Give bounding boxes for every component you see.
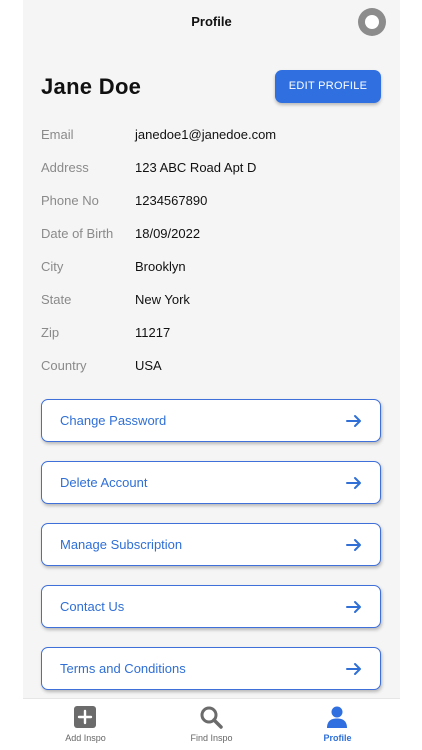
page-title: Profile	[191, 14, 232, 29]
info-row-dob: Date of Birth 18/09/2022	[41, 226, 381, 246]
menu-label: Change Password	[60, 413, 167, 428]
info-row-phone: Phone No 1234567890	[41, 193, 381, 213]
info-value: New York	[135, 292, 190, 307]
arrow-right-icon	[346, 663, 361, 675]
info-row-city: City Brooklyn	[41, 259, 381, 279]
info-label: City	[41, 259, 64, 274]
info-value: 123 ABC Road Apt D	[135, 160, 257, 175]
info-value: janedoe1@janedoe.com	[135, 127, 277, 142]
info-value: 11217	[135, 325, 171, 340]
arrow-right-icon	[346, 601, 361, 613]
arrow-right-icon	[346, 539, 361, 551]
manage-subscription-button[interactable]: Manage Subscription	[41, 523, 381, 566]
profile-screen: Profile Jane Doe EDIT PROFILE Email jane…	[23, 0, 400, 750]
tab-profile[interactable]: Profile	[275, 699, 400, 750]
top-header: Profile	[23, 0, 400, 44]
info-value: 1234567890	[135, 193, 208, 208]
contact-us-button[interactable]: Contact Us	[41, 585, 381, 628]
plus-square-icon	[74, 706, 96, 728]
user-icon	[327, 706, 347, 728]
info-row-email: Email janedoe1@janedoe.com	[41, 127, 381, 147]
menu-label: Delete Account	[60, 475, 148, 490]
info-value: 18/09/2022	[135, 226, 201, 241]
info-label: Zip	[41, 325, 60, 340]
arrow-right-icon	[346, 477, 361, 489]
tab-label: Profile	[323, 733, 352, 743]
menu-label: Manage Subscription	[60, 537, 183, 552]
circle-icon	[365, 15, 379, 29]
toggle-circle-button[interactable]	[358, 8, 386, 36]
tab-find-inspo[interactable]: Find Inspo	[149, 699, 274, 750]
menu-label: Contact Us	[60, 599, 125, 614]
info-row-country: Country USA	[41, 358, 381, 378]
info-label: Country	[41, 358, 87, 373]
info-label: State	[41, 292, 72, 307]
bottom-tab-bar: Add Inspo Find Inspo Profile	[23, 698, 400, 750]
delete-account-button[interactable]: Delete Account	[41, 461, 381, 504]
tab-label: Find Inspo	[190, 733, 233, 743]
terms-and-conditions-button[interactable]: Terms and Conditions	[41, 647, 381, 690]
info-row-address: Address 123 ABC Road Apt D	[41, 160, 381, 180]
user-name: Jane Doe	[41, 74, 142, 99]
info-value: USA	[135, 358, 162, 373]
tab-label: Add Inspo	[65, 733, 106, 743]
search-icon	[200, 706, 223, 729]
info-label: Date of Birth	[41, 226, 114, 241]
info-label: Email	[41, 127, 74, 142]
menu-label: Terms and Conditions	[60, 661, 186, 676]
edit-profile-button[interactable]: EDIT PROFILE	[275, 70, 381, 103]
arrow-right-icon	[346, 415, 361, 427]
info-label: Phone No	[41, 193, 99, 208]
info-row-zip: Zip 11217	[41, 325, 381, 345]
tab-add-inspo[interactable]: Add Inspo	[23, 699, 148, 750]
info-row-state: State New York	[41, 292, 381, 312]
change-password-button[interactable]: Change Password	[41, 399, 381, 442]
info-label: Address	[41, 160, 89, 175]
info-value: Brooklyn	[135, 259, 186, 274]
